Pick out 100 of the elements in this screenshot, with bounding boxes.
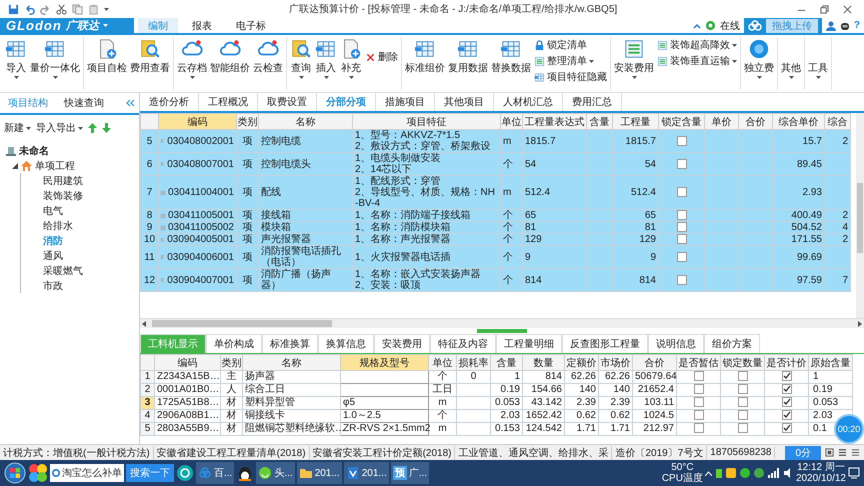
tree-item[interactable]: 给排水 (20, 218, 135, 233)
copy-icon[interactable] (72, 4, 83, 14)
tray-app-icon[interactable] (754, 468, 764, 478)
taskbar-button[interactable]: 201... (296, 462, 342, 484)
detail-tab[interactable]: 组价方案 (704, 334, 760, 353)
ribbon-button[interactable]: 云检查 (252, 37, 284, 76)
ribbon-button[interactable]: 锁定清单 (533, 37, 608, 53)
ribbon-button[interactable]: 替换数据 (490, 37, 532, 76)
ribbon-button[interactable]: 量价一体化 (29, 37, 81, 80)
checkbox[interactable] (694, 371, 704, 382)
user-icon[interactable] (826, 20, 836, 30)
checkbox[interactable] (694, 423, 704, 434)
column-header[interactable]: 合价 (632, 354, 676, 370)
ribbon-button[interactable]: 云存档 (176, 37, 208, 80)
restore-icon[interactable] (820, 4, 829, 14)
expand-icon[interactable] (161, 160, 164, 168)
toolbar-button[interactable]: 新建 (4, 121, 31, 135)
view-tab[interactable]: 费用汇总 (563, 93, 622, 111)
detail-tab[interactable]: 安装费用 (374, 334, 430, 353)
ribbon-button[interactable]: 查询 (289, 37, 313, 80)
column-header[interactable]: 类别 (236, 114, 258, 130)
checkbox[interactable] (676, 274, 686, 285)
ribbon-button[interactable]: 整理清单 (533, 53, 608, 69)
checkbox[interactable] (694, 397, 704, 408)
ribbon-button[interactable]: 工具 (807, 37, 829, 80)
detail-tab[interactable]: 工程量明细 (496, 334, 562, 353)
ribbon-button[interactable]: 费用查看 (129, 37, 171, 76)
ribbon-button[interactable]: 删除 (364, 49, 399, 65)
column-header[interactable]: 编码 (154, 354, 220, 370)
close-icon[interactable] (843, 4, 852, 14)
tray-app-icon[interactable] (740, 468, 750, 478)
checkbox[interactable] (738, 410, 748, 420)
detail-tab[interactable]: 说明信息 (648, 334, 704, 353)
save-icon[interactable] (8, 4, 19, 14)
ribbon-button[interactable]: 项目自检 (86, 37, 128, 76)
checkbox[interactable] (738, 423, 748, 434)
checkbox[interactable] (782, 397, 792, 408)
taskbar-button[interactable]: 头... (256, 462, 295, 484)
battery-icon[interactable] (716, 468, 722, 478)
toolbar-button[interactable]: 导入导出 (36, 121, 83, 135)
tray-app-icon[interactable] (726, 468, 736, 478)
app-icon[interactable] (176, 464, 194, 482)
column-header[interactable]: 综合 (824, 114, 850, 130)
expand-icon[interactable] (161, 188, 165, 196)
column-header[interactable]: 是否计价 (764, 354, 808, 370)
scroll-right-icon[interactable] (856, 320, 862, 326)
expand-icon[interactable] (161, 276, 164, 284)
checkbox[interactable] (694, 384, 704, 394)
expander-icon[interactable] (12, 162, 18, 168)
checkbox[interactable] (676, 136, 686, 146)
checkbox[interactable] (676, 222, 686, 232)
column-header[interactable]: 锁定含量 (658, 114, 704, 130)
checkbox[interactable] (676, 234, 686, 244)
ribbon-button[interactable]: 项目特征隐藏 (533, 69, 608, 85)
ribbon-button[interactable]: 导入 (4, 37, 28, 80)
scrollbar[interactable] (140, 318, 864, 328)
search-field[interactable]: 淘宝怎么补单 (50, 464, 124, 482)
column-header[interactable]: 单价 (704, 114, 738, 130)
ribbon-button[interactable]: 装饰超高降效 (656, 37, 738, 53)
ribbon-button[interactable]: 智能组价 (209, 37, 251, 76)
arrow-down-icon[interactable] (102, 123, 111, 133)
pinwheel-icon[interactable] (28, 463, 48, 483)
column-header[interactable]: 名称 (258, 114, 352, 130)
checkbox[interactable] (676, 252, 686, 262)
taskbar-button[interactable]: 预 广... (390, 462, 430, 484)
scissors-icon[interactable] (56, 4, 67, 14)
score-button[interactable]: 0分 (785, 446, 821, 460)
detail-tab[interactable]: 反查图形工程量 (562, 334, 648, 353)
arrow-up-icon[interactable] (88, 123, 97, 133)
taskbar-button[interactable]: 201... (344, 462, 389, 484)
column-header[interactable]: 原始含量 (808, 354, 852, 370)
column-header[interactable]: 锁定数量 (720, 354, 764, 370)
checkbox[interactable] (782, 423, 792, 434)
column-header[interactable]: 名称 (242, 354, 340, 370)
network-icon[interactable] (768, 468, 780, 478)
checkbox[interactable] (738, 384, 748, 394)
detail-tab[interactable]: 单价构成 (206, 334, 262, 353)
tree-item[interactable]: 民用建筑 (20, 173, 135, 188)
window-icon[interactable] (825, 448, 834, 457)
expand-icon[interactable] (161, 236, 164, 244)
layout-icon[interactable] (838, 448, 847, 457)
view-tab[interactable]: 其他项目 (435, 93, 494, 111)
expand-icon[interactable] (161, 137, 164, 145)
view-tab[interactable]: 工程概况 (199, 93, 258, 111)
ribbon-button[interactable]: 独立费 (743, 37, 775, 80)
detail-tab[interactable]: 特征及内容 (430, 334, 496, 353)
checkbox[interactable] (676, 187, 686, 198)
checkbox[interactable] (694, 410, 704, 420)
column-header[interactable]: 定额价 (564, 354, 598, 370)
ribbon-button[interactable]: 其他 (780, 37, 802, 80)
column-header[interactable]: 市场价 (598, 354, 632, 370)
taskbar-button[interactable]: 百... (196, 462, 234, 484)
expand-icon[interactable] (161, 212, 165, 220)
checkbox[interactable] (782, 371, 792, 382)
ribbon-button[interactable]: 插入 (314, 37, 338, 80)
column-header[interactable]: 合价 (738, 114, 772, 130)
tree-item[interactable]: 单项工程 (4, 158, 135, 173)
undo-icon[interactable] (24, 4, 35, 14)
ribbon-tab[interactable]: 电子标 (226, 18, 276, 33)
column-header[interactable]: 项目特征 (352, 114, 500, 130)
